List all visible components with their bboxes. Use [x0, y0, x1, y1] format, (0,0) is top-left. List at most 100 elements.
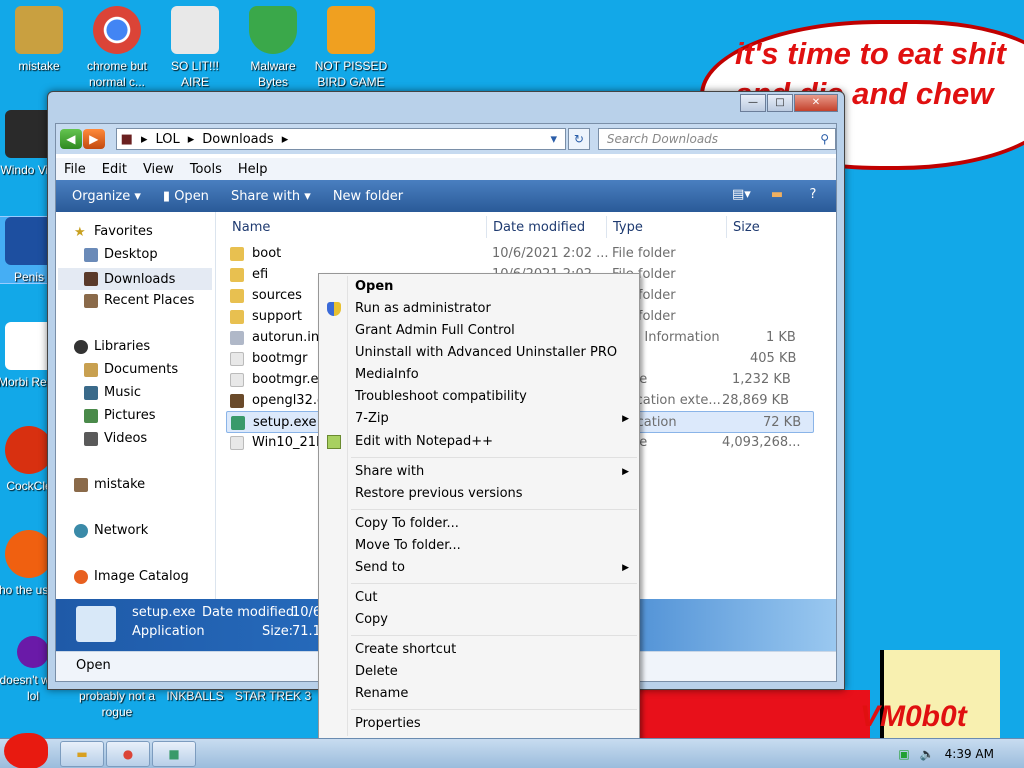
desktop-icon-chrome[interactable]: chrome but normal c...	[78, 6, 156, 90]
command-bar: Organize ▾ ▮ Open Share with ▾ New folde…	[56, 180, 836, 212]
column-header-size[interactable]: Size	[733, 212, 760, 242]
menu-item-properties[interactable]: Properties	[321, 713, 637, 735]
menu-bar: File Edit View Tools Help	[56, 158, 836, 180]
maximize-button[interactable]: □	[767, 94, 793, 112]
open-button[interactable]: ▮ Open	[163, 189, 209, 204]
desktop-icon-solitaire[interactable]: SO LIT!!! AIRE	[156, 6, 234, 90]
menu-help[interactable]: Help	[238, 162, 268, 177]
cards-icon	[171, 6, 219, 54]
network-icon	[74, 523, 88, 538]
menu-item-copy-to-folder[interactable]: Copy To folder...	[321, 513, 637, 535]
menu-separator	[351, 709, 637, 710]
menu-item-notepad[interactable]: Edit with Notepad++	[321, 431, 637, 453]
menu-separator	[351, 457, 637, 458]
forward-button[interactable]: ▶	[82, 129, 105, 149]
menu-item-grant-admin[interactable]: Grant Admin Full Control	[321, 320, 637, 342]
menu-item-copy[interactable]: Copy	[321, 609, 637, 631]
shield-icon	[327, 302, 341, 316]
taskbar-chrome-button[interactable]: ●	[106, 741, 150, 767]
clock[interactable]: 4:39 AM	[945, 747, 994, 761]
chevron-down-icon[interactable]: ▾	[550, 132, 557, 147]
open-icon: ▮	[162, 188, 175, 204]
file-row[interactable]: boot 10/6/2021 2:02 ... File folder	[226, 243, 814, 265]
details-size-value: 71.1	[292, 624, 321, 639]
nav-videos[interactable]: Videos	[84, 431, 147, 446]
nav-documents[interactable]: Documents	[84, 362, 178, 377]
menu-item-move-to-folder[interactable]: Move To folder...	[321, 535, 637, 557]
nav-pictures[interactable]: Pictures	[84, 408, 155, 423]
menu-item-share-with[interactable]: Share with ▶	[321, 461, 637, 483]
details-date-value: 10/6	[292, 605, 322, 620]
nav-network[interactable]: Network	[74, 523, 148, 538]
column-header-type[interactable]: Type	[613, 212, 643, 242]
menu-item-mediainfo[interactable]: MediaInfo	[321, 364, 637, 386]
nav-downloads[interactable]: Downloads	[58, 268, 212, 290]
nav-favorites[interactable]: ★ Favorites	[74, 224, 153, 240]
menu-item-rename[interactable]: Rename	[321, 683, 637, 705]
details-filename: setup.exe	[132, 605, 196, 620]
desktop-icon-inkballs[interactable]: INKBALLS	[156, 688, 234, 704]
pig-icon	[327, 6, 375, 54]
desktop-icon-bird-game[interactable]: NOT PISSED BIRD GAME	[312, 6, 390, 90]
nav-recent-places[interactable]: Recent Places	[84, 293, 194, 308]
nav-user[interactable]: mistake	[74, 477, 145, 492]
taskbar-explorer-button[interactable]: ▬	[60, 741, 104, 767]
details-date-label: Date modified:	[202, 605, 299, 620]
refresh-icon[interactable]: ↻	[568, 128, 590, 150]
view-options-icon[interactable]: ▤▾	[732, 187, 751, 203]
back-button[interactable]: ◀	[60, 129, 82, 149]
chevron-right-icon: ▸	[140, 131, 148, 147]
column-divider[interactable]	[726, 216, 727, 238]
menu-item-restore-versions[interactable]: Restore previous versions	[321, 483, 637, 505]
desktop-icon-star-trek[interactable]: STAR TREK 3	[234, 688, 312, 704]
menu-item-uninstall[interactable]: Uninstall with Advanced Uninstaller PRO	[321, 342, 637, 364]
organize-button[interactable]: Organize ▾	[72, 189, 141, 204]
desktop-icon-rogue[interactable]: probably not a rogue	[78, 688, 156, 720]
menu-edit[interactable]: Edit	[102, 162, 127, 177]
menu-item-send-to[interactable]: Send to ▶	[321, 557, 637, 579]
start-button[interactable]	[4, 733, 48, 768]
user-icon	[74, 477, 88, 492]
search-icon[interactable]: ⚲	[820, 132, 829, 146]
menu-item-create-shortcut[interactable]: Create shortcut	[321, 639, 637, 661]
preview-pane-icon[interactable]: ▬	[768, 187, 786, 203]
taskbar-setup-button[interactable]: ■	[152, 741, 196, 767]
breadcrumb-lol[interactable]: LOL	[155, 132, 179, 147]
folder-icon	[15, 6, 63, 54]
chevron-right-icon: ▸	[281, 131, 289, 147]
column-header-date[interactable]: Date modified	[493, 212, 585, 242]
help-icon[interactable]: ?	[804, 187, 822, 203]
menu-view[interactable]: View	[143, 162, 174, 177]
menu-item-cut[interactable]: Cut	[321, 587, 637, 609]
minimize-button[interactable]: —	[740, 94, 766, 112]
settings-file-icon	[230, 331, 244, 345]
menu-tools[interactable]: Tools	[190, 162, 222, 177]
share-with-button[interactable]: Share with ▾	[231, 189, 311, 204]
column-header-name[interactable]: Name	[232, 212, 270, 242]
close-button[interactable]: ✕	[794, 94, 838, 112]
menu-file[interactable]: File	[64, 162, 86, 177]
address-field[interactable]: ■ ▸ LOL ▸ Downloads ▸ ▾	[115, 128, 566, 150]
nav-image-catalog[interactable]: Image Catalog	[74, 569, 189, 584]
menu-item-run-as-admin[interactable]: Run as administrator	[321, 298, 637, 320]
network-icon[interactable]: ▣	[898, 747, 909, 761]
desktop-icon-mistake[interactable]: mistake	[0, 6, 78, 74]
menu-item-7zip[interactable]: 7-Zip ▶	[321, 408, 637, 430]
nav-libraries[interactable]: Libraries	[74, 339, 150, 354]
lightning-icon	[5, 530, 53, 578]
menu-item-delete[interactable]: Delete	[321, 661, 637, 683]
menu-item-open[interactable]: Open	[321, 276, 637, 298]
breadcrumb-downloads[interactable]: Downloads	[202, 132, 273, 147]
volume-icon[interactable]: 🔈	[920, 747, 935, 761]
column-divider[interactable]	[486, 216, 487, 238]
documents-icon	[84, 362, 98, 377]
column-divider[interactable]	[606, 216, 607, 238]
nav-music[interactable]: Music	[84, 385, 141, 400]
menu-item-troubleshoot[interactable]: Troubleshoot compatibility	[321, 386, 637, 408]
new-folder-button[interactable]: New folder	[333, 189, 403, 204]
dll-icon	[230, 394, 244, 408]
desktop-icon-malwarebytes[interactable]: Malware Bytes	[234, 6, 312, 90]
search-input[interactable]: Search Downloads ⚲	[597, 128, 837, 150]
folder-icon	[230, 310, 244, 324]
nav-desktop[interactable]: Desktop	[84, 247, 158, 262]
